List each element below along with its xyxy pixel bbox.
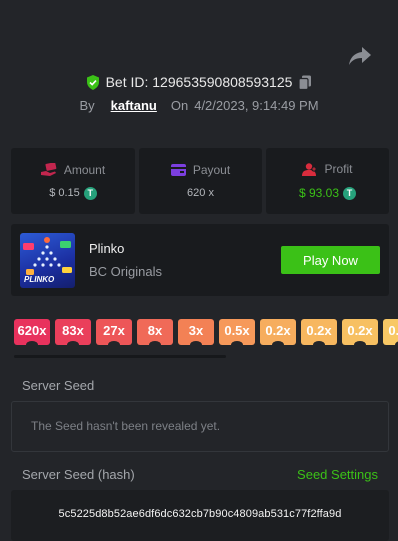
stat-payout: Payout 620 x [139,148,262,214]
wallet-icon [170,164,186,176]
server-seed-label: Server Seed [22,378,95,393]
game-thumbnail[interactable]: PLINKO [20,233,75,288]
server-seed-message: The Seed hasn't been revealed yet. [31,419,221,433]
bet-datetime: 4/2/2023, 9:14:49 PM [194,97,319,113]
game-name[interactable]: Plinko [89,241,124,256]
multiplier-slot: 0.5x [219,319,255,345]
multiplier-slot: 83x [55,319,91,345]
on-label: On [170,97,189,113]
bet-id: Bet ID: 129653590808593125 [105,74,293,90]
multiplier-slot: 8x [137,319,173,345]
seed-settings-link[interactable]: Seed Settings [297,467,378,482]
bet-stats: Amount $ 0.15 T Payout 620 x Profit $ 93… [11,148,389,214]
stat-value: $ 93.03 [298,186,340,200]
stat-profit: Profit $ 93.03 T [266,148,389,214]
copy-icon[interactable] [298,75,312,90]
bet-author-row: By kaftanu On 4/2/2023, 9:14:49 PM [0,96,398,114]
multiplier-slot: 27x [96,319,132,345]
game-thumbnail-title: PLINKO [24,275,55,284]
server-seed-hash-box[interactable]: 5c5225d8b52ae6df6dc632cb7b90c4809ab531c7… [11,490,389,541]
username-link[interactable]: kaftanu [111,98,157,113]
bet-id-row: Bet ID: 129653590808593125 [0,73,398,91]
multiplier-scrollbar[interactable] [14,355,226,358]
multiplier-slot: 0.2x [383,319,398,345]
multiplier-slot: 0.2x [301,319,337,345]
multiplier-slot: 3x [178,319,214,345]
multiplier-slot: 0.2x [260,319,296,345]
multiplier-row[interactable]: 620x 83x 27x 8x 3x 0.5x 0.2x 0.2x 0.2x 0… [14,319,398,346]
usdt-coin-icon: T [83,186,97,200]
stat-label: Payout [192,163,231,177]
play-now-button[interactable]: Play Now [281,246,380,274]
stat-value: 620 x [187,187,214,199]
by-label: By [79,97,95,113]
stat-label: Amount [63,162,106,177]
server-seed-hash-value: 5c5225d8b52ae6df6dc632cb7b90c4809ab531c7… [58,508,342,520]
usdt-coin-icon: T [343,186,357,200]
server-seed-hash-label: Server Seed (hash) [22,467,135,482]
multiplier-slot: 620x [14,319,50,345]
verified-shield-icon [86,74,99,90]
stat-label: Profit [324,162,353,176]
profit-user-icon [302,162,318,176]
game-card: PLINKO Plinko BC Originals Play Now [11,224,389,296]
stat-amount: Amount $ 0.15 T [11,148,135,214]
server-seed-box: The Seed hasn't been revealed yet. [11,401,389,452]
multiplier-slot: 0.2x [342,319,378,345]
game-provider: BC Originals [89,264,162,279]
stat-value: $ 0.15 [49,187,80,199]
share-icon[interactable] [348,45,372,67]
money-hand-icon [40,163,57,176]
